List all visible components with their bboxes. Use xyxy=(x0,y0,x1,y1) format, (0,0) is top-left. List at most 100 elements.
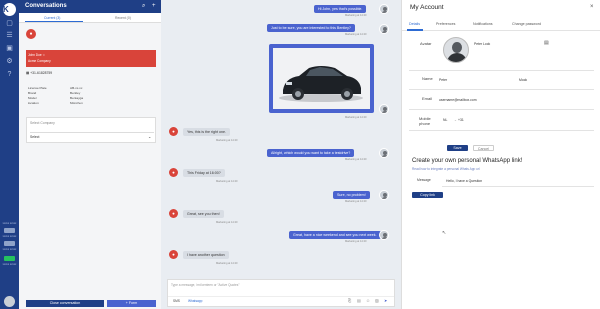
message-meta: Marketing at 14:20 xyxy=(345,14,367,17)
close-conversation-button[interactable]: Close conversation xyxy=(26,300,104,307)
first-name-field[interactable]: Peter xyxy=(439,78,447,82)
mouse-cursor-icon: ↖ xyxy=(442,230,447,236)
message-incoming: Yes, this is the right one. xyxy=(183,128,231,136)
online-status-block[interactable] xyxy=(4,256,15,261)
tab-change-password[interactable]: Change password xyxy=(512,22,541,26)
name-label: Name xyxy=(422,76,433,81)
tab-notifications[interactable]: Notifications xyxy=(473,22,493,26)
agent-avatar xyxy=(379,104,389,114)
my-account-panel: My Account × Details Preferences Notific… xyxy=(401,0,600,309)
active-tab-indicator xyxy=(25,21,83,22)
whatsapp-link-title: Create your own personal WhatsApp link! xyxy=(412,158,523,164)
message-meta: Marketing at 14:20 xyxy=(216,180,238,183)
rail-stat: xxxxx xxxxx xyxy=(2,222,17,225)
message-outgoing: Sure, no problem! xyxy=(333,191,370,199)
send-icon[interactable]: ➤ xyxy=(384,298,387,303)
contact-avatar: ● xyxy=(169,209,178,218)
car-photo xyxy=(273,48,370,109)
last-name-field[interactable]: Mock xyxy=(519,78,527,82)
message-meta: Marketing at 14:20 xyxy=(345,158,367,161)
message-field[interactable]: Hello, I have a Question xyxy=(446,179,482,183)
agent-avatar xyxy=(379,4,389,14)
tab-whatsapp[interactable]: Whatsapp xyxy=(188,299,202,303)
info-row: location München xyxy=(28,101,83,105)
country-flag[interactable]: NL xyxy=(443,118,447,122)
help-icon[interactable]: ? xyxy=(5,71,14,78)
company-box: Select Company Select ⌄ xyxy=(26,117,156,143)
chevron-down-icon: ⌄ xyxy=(148,134,152,139)
tabs-divider xyxy=(402,30,600,31)
add-icon[interactable]: + xyxy=(152,3,156,9)
account-title: My Account xyxy=(410,4,444,11)
tab-sms[interactable]: SMS xyxy=(173,299,180,303)
contact-phone: ▦ +31-61828759 xyxy=(26,71,52,75)
email-label: Email xyxy=(422,96,433,101)
company-select[interactable]: Select ⌄ xyxy=(30,132,154,139)
conversations-title: Conversations xyxy=(25,3,67,9)
left-rail: K ▢ ☰ ▣ ⚙ ? xxxxx xxxxx xxxxx xxxxx xxxx… xyxy=(0,0,19,309)
row-divider xyxy=(409,70,594,71)
message-meta: Marketing at 14:20 xyxy=(216,221,238,224)
agent-avatar xyxy=(379,24,389,34)
contact-company: Acme Company xyxy=(28,59,51,63)
message-meta: Marketing at 14:20 xyxy=(216,262,238,265)
profile-avatar[interactable] xyxy=(443,37,469,63)
whatsapp-link-help[interactable]: Read how to integrate a personal Whats A… xyxy=(412,167,480,171)
row-divider xyxy=(409,89,594,90)
message-incoming: Great, see you then! xyxy=(183,210,224,218)
form-button[interactable]: + Form xyxy=(107,300,156,307)
contact-info-table: License Plate AB-xx-xx Brand Bentley Model… xyxy=(28,86,148,106)
save-button[interactable]: Save xyxy=(447,145,468,151)
tab-details[interactable]: Details xyxy=(409,22,420,26)
user-avatar[interactable] xyxy=(4,296,15,307)
message-input[interactable]: Type a message, /mt kenteen or "Active Q… xyxy=(171,283,240,287)
cancel-button[interactable]: Cancel xyxy=(473,145,494,151)
tab-recent[interactable]: Recent (0) xyxy=(115,16,131,20)
mobile-field[interactable]: +31 xyxy=(458,118,464,122)
calendar-icon[interactable]: ▣ xyxy=(5,45,14,52)
rail-status-block xyxy=(4,241,15,246)
conversations-header: Conversations ⌕ + xyxy=(19,0,161,13)
contact-avatar[interactable]: ● xyxy=(26,29,36,39)
contact-card[interactable]: John Doe ☆ Acme Company xyxy=(26,50,156,67)
template-icon[interactable]: ▤ xyxy=(357,298,361,303)
contact-avatar: ● xyxy=(169,127,178,136)
email-field[interactable]: username@mailbox.com xyxy=(439,98,477,102)
contact-avatar: ● xyxy=(169,168,178,177)
image-message[interactable] xyxy=(269,44,374,113)
composer-divider xyxy=(168,296,394,297)
rail-stat: xxxxx xxxxx xyxy=(2,248,17,251)
search-icon[interactable]: ⌕ xyxy=(142,3,145,10)
row-divider xyxy=(409,109,594,110)
agent-avatar xyxy=(379,148,389,158)
edit-icon[interactable]: ▤ xyxy=(544,40,549,46)
select-company-label: Select Company xyxy=(30,121,55,125)
phone-number: +31-61828759 xyxy=(30,71,53,75)
close-icon[interactable]: × xyxy=(590,4,594,10)
settings-icon[interactable]: ⚙ xyxy=(5,58,14,65)
message-incoming: This Friday at 16:00? xyxy=(183,169,225,177)
copy-link-button[interactable]: Copy link xyxy=(412,192,443,198)
agent-avatar xyxy=(379,230,389,240)
tab-preferences[interactable]: Preferences xyxy=(436,22,455,26)
app-logo[interactable]: K xyxy=(3,3,16,16)
message-meta: Marketing at 14:20 xyxy=(345,200,367,203)
composer: Type a message, /mt kenteen or "Active Q… xyxy=(167,279,395,307)
message-label: Message xyxy=(417,178,431,182)
message-meta: Marketing at 14:20 xyxy=(216,139,238,142)
whatsapp-icon: ▦ xyxy=(26,71,30,75)
avatar-label: Avatar xyxy=(420,41,432,46)
chevron-down-icon: ⌄ xyxy=(454,118,457,122)
rail-stat: xxxxx xxxxx xyxy=(2,263,17,266)
image-icon[interactable]: ▨ xyxy=(375,298,379,303)
emoji-icon[interactable]: ☺ xyxy=(366,298,370,303)
rail-status-block xyxy=(4,228,15,233)
company-select-value: Select xyxy=(30,135,40,139)
attach-icon[interactable]: ⎘ xyxy=(348,298,351,303)
chat-icon[interactable]: ▢ xyxy=(5,20,14,27)
row-divider xyxy=(409,130,594,131)
message-outgoing: Hi John, yes that's possible. xyxy=(314,5,367,13)
tab-current[interactable]: Current (3) xyxy=(44,16,60,20)
contacts-icon[interactable]: ☰ xyxy=(5,32,14,39)
message-meta: Marketing at 14:20 xyxy=(345,116,367,119)
